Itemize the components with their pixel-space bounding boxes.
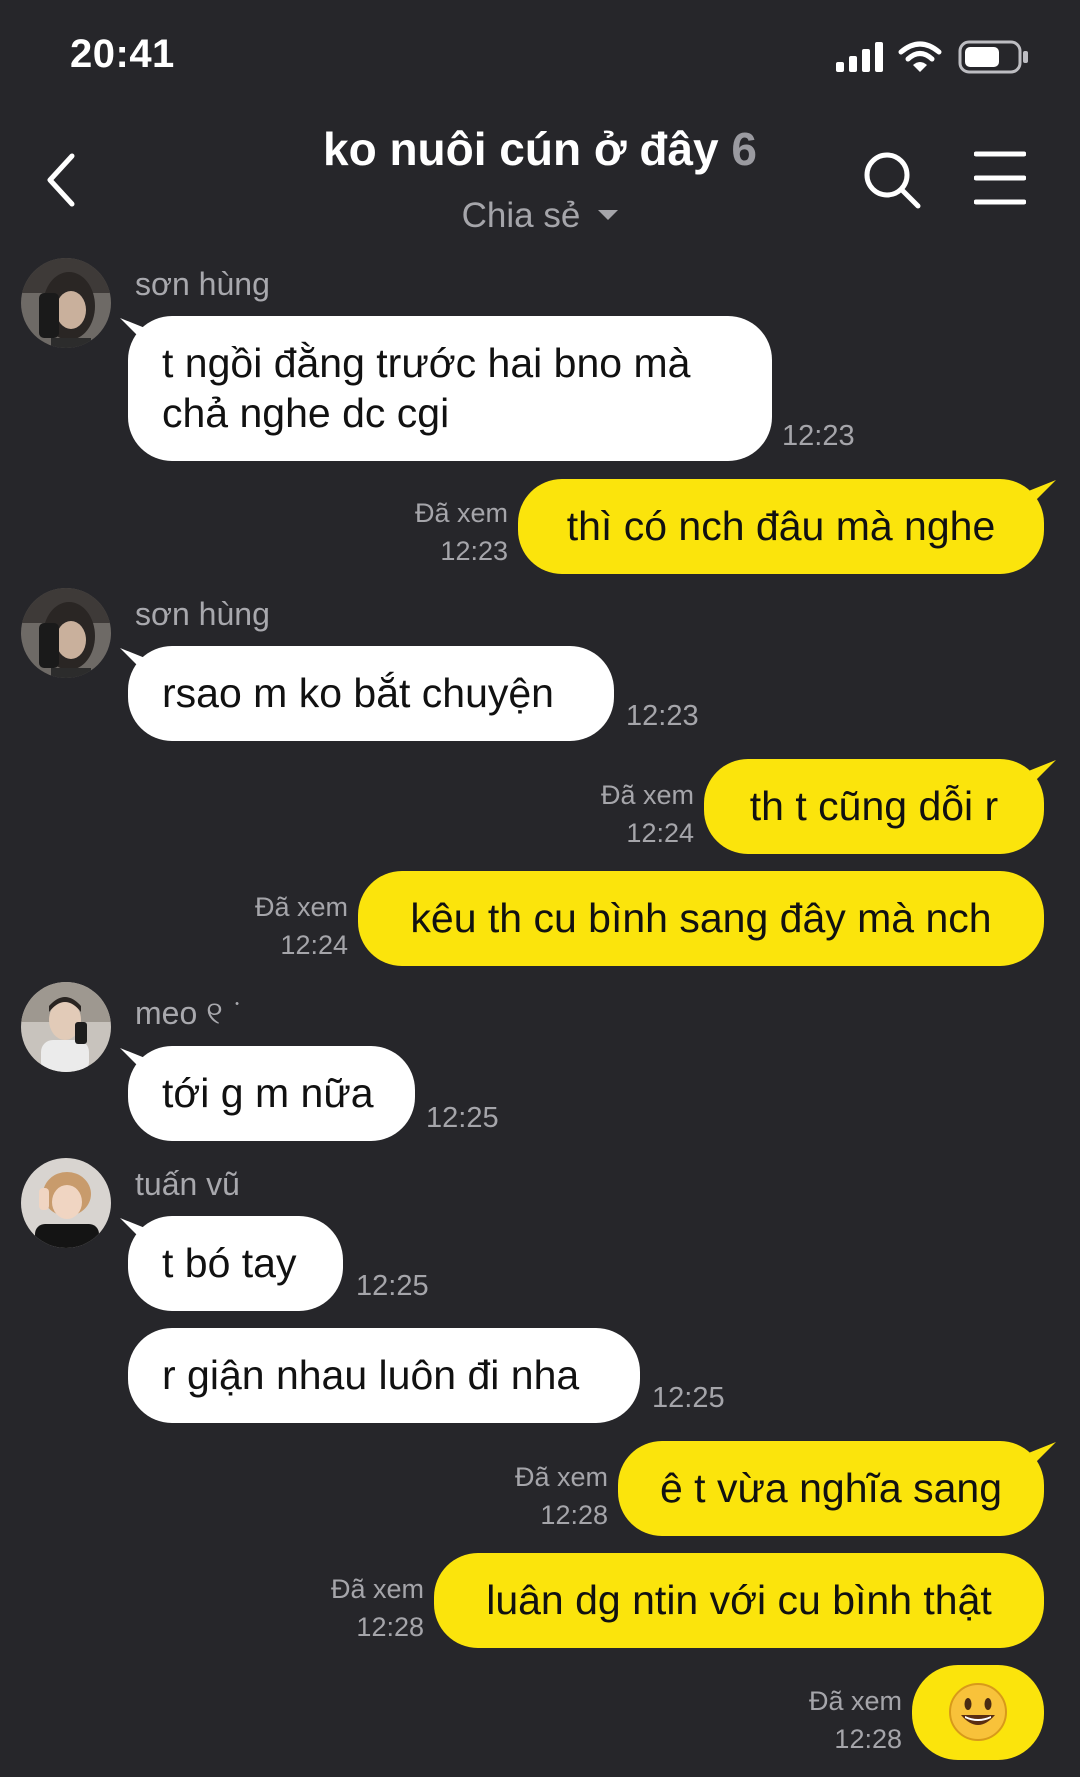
message-bubble-incoming[interactable]: t ngồi đằng trước hai bno mà chả nghe dc… xyxy=(128,316,772,461)
message-text: chả nghe dc cgi xyxy=(162,390,450,436)
seen-label: Đã xem xyxy=(330,1574,424,1604)
message-time: 12:25 xyxy=(356,1270,429,1302)
message-bubble-incoming[interactable]: t bó tay xyxy=(128,1216,343,1311)
search-icon[interactable] xyxy=(862,150,922,210)
message-time: 12:25 xyxy=(426,1102,499,1134)
sender-name: sơn hùng xyxy=(135,596,270,632)
message-time: 12:24 xyxy=(626,818,694,848)
message-time: 12:24 xyxy=(280,930,348,960)
avatar-meo[interactable] xyxy=(21,982,111,1072)
message-time: 12:25 xyxy=(652,1382,725,1414)
message-time: 12:23 xyxy=(440,536,508,566)
seen-label: Đã xem xyxy=(600,780,694,810)
share-label: Chia sẻ xyxy=(461,196,581,235)
message-bubble-outgoing[interactable]: ê t vừa nghĩa sang xyxy=(618,1441,1044,1536)
avatar-son-hung[interactable] xyxy=(21,588,111,678)
wifi-icon xyxy=(898,41,942,72)
caret-down-icon xyxy=(598,209,619,220)
sender-name: sơn hùng xyxy=(135,266,270,302)
sender-name: meo ୧ ͘ xyxy=(135,995,232,1031)
member-count: 6 xyxy=(731,123,757,175)
message-bubble-incoming[interactable]: rsao m ko bắt chuyện xyxy=(128,646,614,741)
cellular-signal-icon xyxy=(836,42,883,72)
read-status: Đã xem 12:28 xyxy=(286,1570,424,1646)
read-status: Đã xem 12:24 xyxy=(566,776,694,852)
message-time: 12:23 xyxy=(782,420,855,452)
smiley-emoji-icon xyxy=(949,1683,1007,1741)
message-bubble-outgoing[interactable]: kêu th cu bình sang đây mà nch xyxy=(358,871,1044,966)
message-bubble-outgoing[interactable]: 😃 xyxy=(912,1665,1044,1760)
message-time: 12:23 xyxy=(626,700,699,732)
read-status: Đã xem 12:24 xyxy=(210,888,348,964)
message-bubble-incoming[interactable]: r giận nhau luôn đi nha xyxy=(128,1328,640,1423)
read-status: Đã xem 12:28 xyxy=(470,1458,608,1534)
menu-icon[interactable] xyxy=(974,150,1026,206)
battery-icon xyxy=(958,40,1028,74)
seen-label: Đã xem xyxy=(254,892,348,922)
avatar-tuan-vu[interactable] xyxy=(21,1158,111,1248)
message-bubble-outgoing[interactable]: luân dg ntin với cu bình thật xyxy=(434,1553,1044,1648)
read-status: Đã xem 12:28 xyxy=(764,1682,902,1758)
seen-label: Đã xem xyxy=(514,1462,608,1492)
message-bubble-outgoing[interactable]: thì có nch đâu mà nghe xyxy=(518,479,1044,574)
message-bubble-outgoing[interactable]: th t cũng dỗi r xyxy=(704,759,1044,854)
message-text: t ngồi đằng trước hai bno mà xyxy=(162,340,691,386)
status-time: 20:41 xyxy=(70,32,175,76)
chat-title-text: ko nuôi cún ở đây xyxy=(322,123,719,175)
avatar-son-hung[interactable] xyxy=(21,258,111,348)
seen-label: Đã xem xyxy=(414,498,508,528)
message-time: 12:28 xyxy=(356,1612,424,1642)
message-time: 12:28 xyxy=(834,1724,902,1754)
sender-name: tuấn vũ xyxy=(135,1166,240,1202)
read-status: Đã xem 12:23 xyxy=(380,494,508,570)
message-bubble-incoming[interactable]: tới g m nữa xyxy=(128,1046,415,1141)
seen-label: Đã xem xyxy=(808,1686,902,1716)
message-time: 12:28 xyxy=(540,1500,608,1530)
